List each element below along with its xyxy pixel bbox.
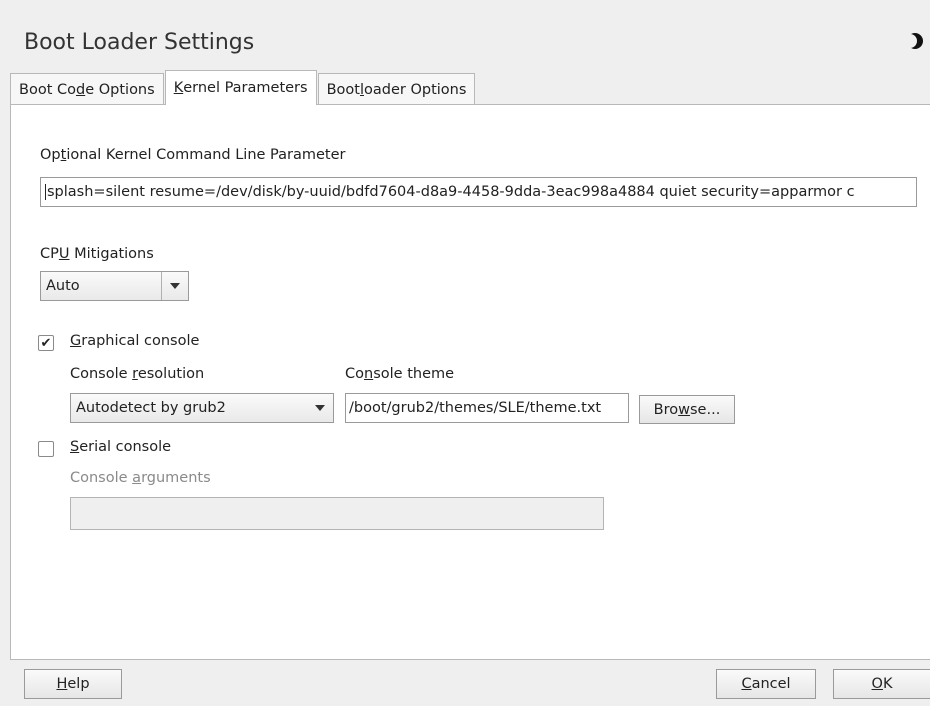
console-resolution-label: Console resolution xyxy=(70,366,204,382)
label-part: ional Kernel Command Line Parameter xyxy=(66,147,346,163)
label-mnemonic: n xyxy=(364,366,374,382)
label-part: raphical console xyxy=(81,333,200,349)
label-part: ancel xyxy=(751,676,791,692)
label-mnemonic: C xyxy=(741,676,752,692)
label-part: se... xyxy=(690,401,721,418)
moon-icon xyxy=(904,33,923,49)
label-mnemonic: O xyxy=(871,676,883,692)
graphical-console-checkbox[interactable]: ✔ xyxy=(38,335,54,351)
chevron-down-icon xyxy=(161,272,188,300)
console-theme-label: Console theme xyxy=(345,366,454,382)
tab-label-part: oader Options xyxy=(364,81,467,98)
help-button[interactable]: Help xyxy=(24,669,122,699)
chevron-down-icon xyxy=(307,394,333,422)
console-resolution-select[interactable]: Autodetect by grub2 xyxy=(70,393,334,423)
label-part: Bro xyxy=(653,401,679,418)
console-theme-input[interactable]: /boot/grub2/themes/SLE/theme.txt xyxy=(345,393,629,423)
label-part: K xyxy=(882,676,893,692)
console-arguments-label: Console arguments xyxy=(70,470,211,486)
label-part: elp xyxy=(67,676,90,692)
label-part: Console xyxy=(70,470,133,486)
console-theme-value: /boot/grub2/themes/SLE/theme.txt xyxy=(349,400,602,416)
tab-label-mnemonic: d xyxy=(75,81,86,98)
label-mnemonic: w xyxy=(678,401,690,418)
checkmark-icon: ✔ xyxy=(40,335,52,351)
tab-label-part: ernel Parameters xyxy=(183,80,308,96)
console-resolution-value: Autodetect by grub2 xyxy=(76,400,226,416)
browse-button[interactable]: Bro w se... xyxy=(639,395,735,424)
tab-label-mnemonic: K xyxy=(173,80,184,96)
label-part: CP xyxy=(40,246,59,262)
cmdline-label: Optional Kernel Command Line Parameter xyxy=(40,147,346,163)
label-part: sole theme xyxy=(373,366,455,382)
graphical-console-label[interactable]: Graphical console xyxy=(70,333,199,349)
label-part: erial console xyxy=(79,439,172,455)
serial-console-label[interactable]: Serial console xyxy=(70,439,171,455)
tab-bar: Boot Co d e Options Kernel Parameters Boot… xyxy=(10,70,476,105)
label-part: Op xyxy=(40,147,61,163)
cpu-mitigations-select[interactable]: Auto xyxy=(40,271,189,301)
label-mnemonic: U xyxy=(58,246,70,262)
tab-label-part: Boot xyxy=(326,81,360,98)
ok-button[interactable]: OK xyxy=(833,669,930,699)
tab-kernel-parameters[interactable]: Kernel Parameters xyxy=(164,70,317,105)
window-title: Boot Loader Settings xyxy=(24,30,255,55)
cpu-mitigations-label: CPU Mitigations xyxy=(40,246,154,262)
tab-boot-code-options[interactable]: Boot Co d e Options xyxy=(10,73,164,105)
console-arguments-input[interactable] xyxy=(70,497,604,530)
label-mnemonic: G xyxy=(70,333,82,349)
tab-bootloader-options[interactable]: Boot l oader Options xyxy=(317,73,476,105)
cmdline-input[interactable]: splash=silent resume=/dev/disk/by-uuid/b… xyxy=(40,177,917,207)
label-mnemonic: H xyxy=(56,676,68,692)
tab-label-part: Boot Co xyxy=(19,81,76,98)
label-part: Co xyxy=(345,366,364,382)
serial-console-checkbox[interactable] xyxy=(38,441,54,457)
cancel-button[interactable]: Cancel xyxy=(716,669,816,699)
label-part: Mitigations xyxy=(69,246,154,262)
label-mnemonic: S xyxy=(70,439,80,455)
label-part: Console xyxy=(70,366,133,382)
cpu-mitigations-value: Auto xyxy=(46,278,80,294)
text-caret xyxy=(45,184,46,200)
tab-label-part: e Options xyxy=(85,81,155,98)
label-mnemonic: a xyxy=(132,470,142,486)
cmdline-value: splash=silent resume=/dev/disk/by-uuid/b… xyxy=(47,184,855,200)
label-part: esolution xyxy=(137,366,205,382)
label-part: rguments xyxy=(141,470,211,486)
